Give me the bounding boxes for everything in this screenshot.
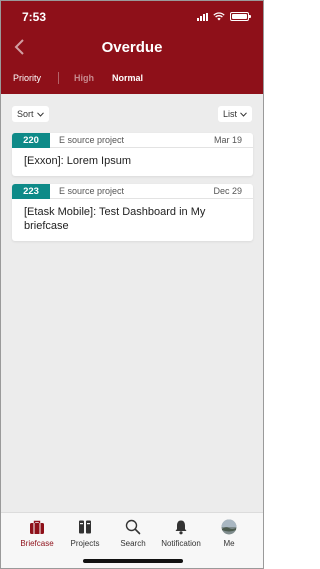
tab-briefcase[interactable]: Briefcase [11, 519, 63, 548]
status-bar: 7:53 [1, 1, 263, 31]
priority-filter-bar: Priority High Normal [1, 65, 263, 89]
priority-label: Priority [13, 73, 42, 83]
task-id-badge: 220 [12, 133, 50, 148]
task-id-badge: 223 [12, 184, 50, 199]
search-icon [125, 519, 141, 535]
status-time: 7:53 [22, 10, 47, 24]
tab-label: Projects [70, 539, 100, 548]
task-title: [Etask Mobile]: Test Dashboard in My bri… [24, 206, 206, 232]
task-card-header: 223 E source project Dec 29 [12, 184, 253, 199]
avatar-icon [221, 519, 237, 535]
tab-label: Me [223, 539, 235, 548]
bottom-tab-bar: Briefcase Projects Search Notification M… [1, 512, 263, 568]
list-controls: Sort List [1, 94, 263, 134]
task-title: [Exxon]: Lorem Ipsum [24, 155, 131, 167]
home-indicator [83, 559, 183, 563]
wifi-icon [213, 12, 225, 21]
task-project: E source project [59, 135, 125, 145]
task-project: E source project [59, 186, 125, 196]
tab-normal[interactable]: Normal [112, 73, 143, 83]
page-title: Overdue [101, 39, 163, 56]
projects-icon [79, 520, 91, 534]
chevron-down-icon [240, 111, 247, 117]
nav-bar: Overdue [1, 31, 263, 65]
battery-icon [230, 12, 251, 21]
tab-notification[interactable]: Notification [155, 519, 207, 548]
tab-label: Notification [161, 539, 201, 548]
tab-label: Search [120, 539, 146, 548]
status-icons [197, 12, 251, 21]
header: 7:53 Overdue Priority High Normal [1, 1, 263, 94]
chevron-down-icon [36, 111, 44, 117]
app-screen: 7:53 Overdue Priority High Normal Sort L… [0, 0, 264, 569]
tab-search[interactable]: Search [107, 519, 159, 548]
view-mode-dropdown[interactable]: List [217, 106, 252, 122]
sort-dropdown[interactable]: Sort [12, 106, 49, 122]
view-mode-label: List [222, 109, 237, 119]
filter-divider [58, 72, 59, 84]
tab-me[interactable]: Me [203, 519, 255, 548]
briefcase-icon [30, 520, 44, 534]
task-card-header: 220 E source project Mar 19 [12, 133, 253, 148]
task-card[interactable]: 223 E source project Dec 29 [Etask Mobil… [12, 184, 253, 241]
bell-icon [175, 520, 187, 535]
tab-label: Briefcase [20, 539, 54, 548]
tab-high[interactable]: High [74, 73, 94, 83]
task-due-date: Mar 19 [213, 135, 242, 145]
task-card[interactable]: 220 E source project Mar 19 [Exxon]: Lor… [12, 133, 253, 176]
signal-icon [197, 12, 208, 21]
sort-label: Sort [17, 109, 34, 119]
task-due-date: Dec 29 [213, 186, 242, 196]
tab-projects[interactable]: Projects [59, 519, 111, 548]
